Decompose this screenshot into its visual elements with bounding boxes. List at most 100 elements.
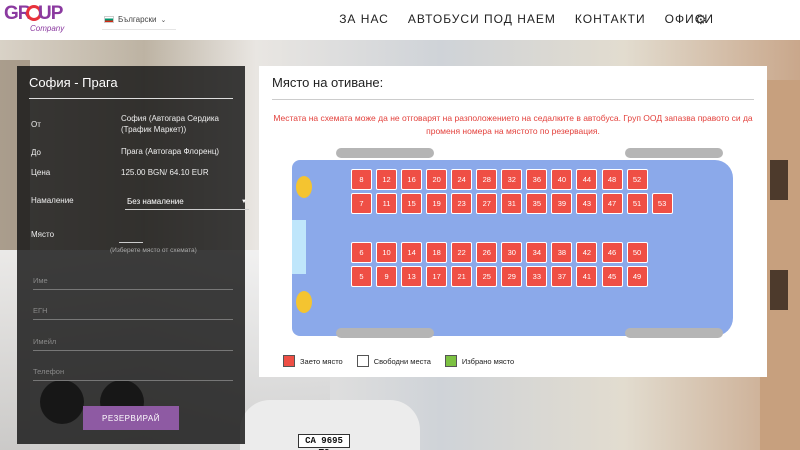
- seat-52[interactable]: 52: [626, 169, 648, 190]
- route-title: София - Прага: [29, 75, 118, 90]
- seat-31[interactable]: 31: [501, 193, 523, 214]
- from-value: София (Автогара Сердика (Трафик Маркет)): [121, 114, 219, 134]
- seat-14[interactable]: 14: [401, 242, 423, 263]
- legend-free: Свободни места: [356, 355, 431, 367]
- group-logo[interactable]: GR UP Company: [4, 3, 64, 37]
- to-value: Прага (Автогара Флоренц): [121, 147, 220, 156]
- legend-swatch: [356, 355, 369, 367]
- seat-29[interactable]: 29: [501, 266, 523, 287]
- seat-41[interactable]: 41: [576, 266, 598, 287]
- window: [770, 160, 788, 200]
- seat-40[interactable]: 40: [551, 169, 573, 190]
- email-input[interactable]: Имейл: [33, 337, 233, 351]
- seat-46[interactable]: 46: [601, 242, 623, 263]
- seat-53[interactable]: 53: [651, 193, 673, 214]
- seat-51[interactable]: 51: [626, 193, 648, 214]
- gear-icon[interactable]: ⚙: [695, 12, 707, 28]
- legend-swatch: [283, 355, 295, 367]
- from-label: От: [31, 120, 41, 129]
- bus-diagram: 8 12 16 20 24 28 32 36 40 44 48 52 7 11 15 19 23 27 31 35 39…: [292, 148, 733, 350]
- seat-32[interactable]: 32: [501, 169, 523, 190]
- seat-48[interactable]: 48: [601, 169, 623, 190]
- seat-25[interactable]: 25: [476, 266, 498, 287]
- language-selector[interactable]: Български ⌄: [102, 10, 176, 30]
- headlight-bottom: [296, 291, 312, 313]
- discount-select[interactable]: Без намаление ▼: [125, 194, 249, 210]
- bus-wheel-bottom-right: [625, 328, 723, 338]
- name-placeholder: Име: [33, 276, 48, 285]
- bus-wheel-top-right: [625, 148, 723, 158]
- seat-47[interactable]: 47: [601, 193, 623, 214]
- seat-input[interactable]: [119, 242, 143, 243]
- seat-28[interactable]: 28: [476, 169, 498, 190]
- seat-10[interactable]: 10: [376, 242, 398, 263]
- discount-label: Намаление: [31, 196, 74, 205]
- seat-18[interactable]: 18: [426, 242, 448, 263]
- legend-label: Заето място: [300, 356, 343, 366]
- nav-bus-rental[interactable]: АВТОБУСИ ПОД НАЕМ: [408, 12, 556, 26]
- legend-taken: Заето място: [283, 355, 343, 367]
- name-input[interactable]: Име: [33, 276, 233, 290]
- seat-27[interactable]: 27: [476, 193, 498, 214]
- seat-11[interactable]: 11: [376, 193, 398, 214]
- egn-input[interactable]: ЕГН: [33, 306, 233, 320]
- seat-15[interactable]: 15: [401, 193, 423, 214]
- seat-44[interactable]: 44: [576, 169, 598, 190]
- headlight-top: [296, 176, 312, 198]
- bus-wheel-top-left: [336, 148, 434, 158]
- seat-45[interactable]: 45: [601, 266, 623, 287]
- seat-21[interactable]: 21: [451, 266, 473, 287]
- seat-17[interactable]: 17: [426, 266, 448, 287]
- seat-12[interactable]: 12: [376, 169, 398, 190]
- seat-20[interactable]: 20: [426, 169, 448, 190]
- seat-16[interactable]: 16: [401, 169, 423, 190]
- seat-19[interactable]: 19: [426, 193, 448, 214]
- seat-34[interactable]: 34: [526, 242, 548, 263]
- seat-50[interactable]: 50: [626, 242, 648, 263]
- phone-placeholder: Телефон: [33, 367, 65, 376]
- seat-5[interactable]: 5: [351, 266, 372, 287]
- seat-map-card: Място на отиване: Местата на схемата мож…: [259, 66, 767, 377]
- legend-label: Свободни места: [373, 356, 431, 366]
- seat-37[interactable]: 37: [551, 266, 573, 287]
- seat-38[interactable]: 38: [551, 242, 573, 263]
- egn-placeholder: ЕГН: [33, 306, 48, 315]
- bus-wheel-bottom-left: [336, 328, 434, 338]
- reserve-button[interactable]: РЕЗЕРВИРАЙ: [83, 406, 179, 430]
- seat-6[interactable]: 6: [351, 242, 372, 263]
- seat-42[interactable]: 42: [576, 242, 598, 263]
- seat-43[interactable]: 43: [576, 193, 598, 214]
- legend-swatch: [444, 355, 457, 367]
- seat-hint: (Изберете място от схемата): [110, 247, 197, 254]
- email-placeholder: Имейл: [33, 337, 57, 346]
- price-label: Цена: [31, 168, 51, 177]
- top-header: GR UP Company Български ⌄ ЗА НАС АВТОБУС…: [0, 0, 800, 40]
- divider: [272, 99, 754, 100]
- seat-22[interactable]: 22: [451, 242, 473, 263]
- seat-9[interactable]: 9: [376, 266, 398, 287]
- seat-24[interactable]: 24: [451, 169, 473, 190]
- seat-13[interactable]: 13: [401, 266, 423, 287]
- seat-7[interactable]: 7: [351, 193, 372, 214]
- window: [770, 270, 788, 310]
- nav-about[interactable]: ЗА НАС: [339, 12, 389, 26]
- divider: [29, 98, 233, 99]
- discount-value: Без намаление: [127, 197, 184, 206]
- nav-contacts[interactable]: КОНТАКТИ: [575, 12, 646, 26]
- legend-label: Избрано място: [461, 356, 515, 366]
- seat-label: Място: [31, 230, 55, 239]
- seat-map-title: Място на отиване:: [272, 75, 384, 90]
- seat-23[interactable]: 23: [451, 193, 473, 214]
- seat-30[interactable]: 30: [501, 242, 523, 263]
- seat-map-warning: Местата на схемата може да не отговарят …: [273, 113, 753, 136]
- legend-selected: Избрано място: [444, 355, 515, 367]
- seat-39[interactable]: 39: [551, 193, 573, 214]
- seat-8[interactable]: 8: [351, 169, 372, 190]
- seat-35[interactable]: 35: [526, 193, 548, 214]
- phone-input[interactable]: Телефон: [33, 367, 233, 381]
- seat-49[interactable]: 49: [626, 266, 648, 287]
- seat-26[interactable]: 26: [476, 242, 498, 263]
- seat-36[interactable]: 36: [526, 169, 548, 190]
- seat-33[interactable]: 33: [526, 266, 548, 287]
- logo-text-right: UP: [38, 3, 63, 24]
